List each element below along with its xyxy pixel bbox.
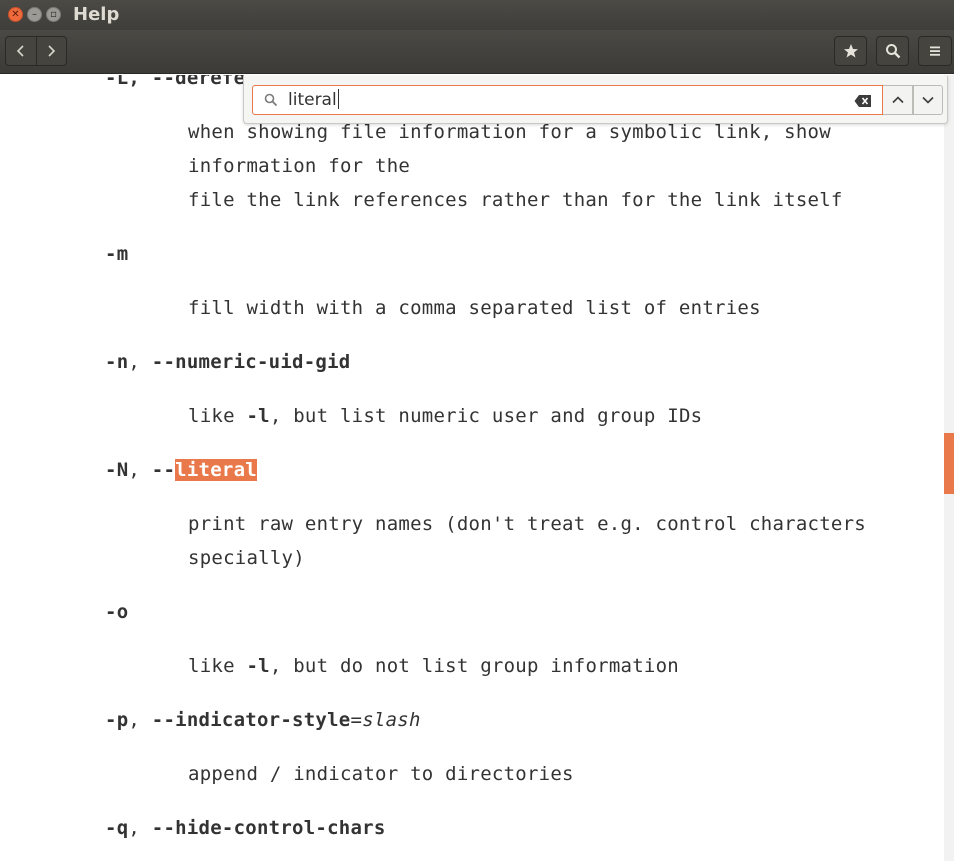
option-description: print raw entry names (don't treat e.g. … <box>188 513 866 535</box>
option-term-partial: -L, --derefe <box>105 75 245 89</box>
flag-short: -q <box>105 817 129 839</box>
star-icon <box>843 44 858 58</box>
flag-long: --hide-control-chars <box>151 817 386 839</box>
option-term-n: -n, --numeric-uid-gid <box>105 351 351 373</box>
desc-text: like <box>188 655 247 677</box>
option-term-m: -m <box>105 243 129 265</box>
separator: , <box>128 351 152 373</box>
chevron-left-icon <box>16 45 24 57</box>
bookmark-button[interactable] <box>834 36 867 66</box>
window-maximize-button[interactable]: ▫ <box>46 7 61 22</box>
option-term-N: -N, --literal <box>105 459 257 481</box>
option-description: file the link references rather than for… <box>188 189 843 211</box>
flag-prefix: -- <box>151 459 176 481</box>
inline-flag: -l <box>246 405 270 427</box>
option-description: like -l, but list numeric user and group… <box>188 405 702 427</box>
help-page-content: -L, --derefe when showing file informati… <box>0 75 944 861</box>
window-title: Help <box>73 4 120 25</box>
chevron-down-icon <box>922 96 934 104</box>
chevron-up-icon <box>891 96 904 104</box>
option-term-q: -q, --hide-control-chars <box>105 817 386 839</box>
term-text: -L, --derefe <box>105 75 246 89</box>
back-button[interactable] <box>6 37 36 65</box>
flag-long: --indicator-style <box>151 709 351 731</box>
window-close-button[interactable]: ✕ <box>8 7 23 22</box>
forward-button[interactable] <box>35 37 66 65</box>
equals-sign: = <box>350 709 363 731</box>
option-description: specially) <box>188 547 305 569</box>
hamburger-menu-icon <box>930 46 940 56</box>
find-input-value: literal <box>288 89 339 110</box>
desc-text: like <box>188 405 247 427</box>
flag-argument: slash <box>362 709 421 731</box>
option-description: information for the <box>188 155 411 177</box>
separator: , <box>128 459 152 481</box>
header-toolbar <box>0 30 954 74</box>
option-description: when showing file information for a symb… <box>188 121 831 143</box>
search-match-highlight: literal <box>175 459 257 481</box>
find-input[interactable]: literal <box>252 85 883 115</box>
flag-long: --numeric-uid-gid <box>151 351 351 373</box>
search-button[interactable] <box>876 36 909 66</box>
separator: , <box>128 817 152 839</box>
find-bar: literal <box>243 76 948 124</box>
desc-text: , but list numeric user and group IDs <box>269 405 703 427</box>
find-query-text: literal <box>288 90 337 110</box>
search-icon <box>885 44 900 59</box>
search-icon <box>264 93 278 107</box>
find-previous-button[interactable] <box>883 85 913 115</box>
flag-short: -n <box>105 351 129 373</box>
backspace-clear-icon[interactable] <box>854 94 872 108</box>
window-minimize-button[interactable]: – <box>27 7 42 22</box>
option-term-o: -o <box>105 601 129 623</box>
scrollbar-thumb[interactable] <box>944 433 954 494</box>
option-term-p: -p, --indicator-style=slash <box>105 709 421 731</box>
flag-short: -N <box>105 459 129 481</box>
menu-button[interactable] <box>918 36 952 66</box>
option-description: like -l, but do not list group informati… <box>188 655 679 677</box>
option-description: fill width with a comma separated list o… <box>188 297 761 319</box>
history-nav-group <box>5 36 67 66</box>
find-next-button[interactable] <box>913 85 943 115</box>
window-titlebar: ✕ – ▫ Help <box>0 0 954 30</box>
flag-short: -p <box>105 709 129 731</box>
option-description: append / indicator to directories <box>188 763 574 785</box>
inline-flag: -l <box>246 655 270 677</box>
chevron-right-icon <box>48 45 56 57</box>
desc-text: , but do not list group information <box>269 655 679 677</box>
text-caret <box>337 89 339 109</box>
separator: , <box>128 709 152 731</box>
